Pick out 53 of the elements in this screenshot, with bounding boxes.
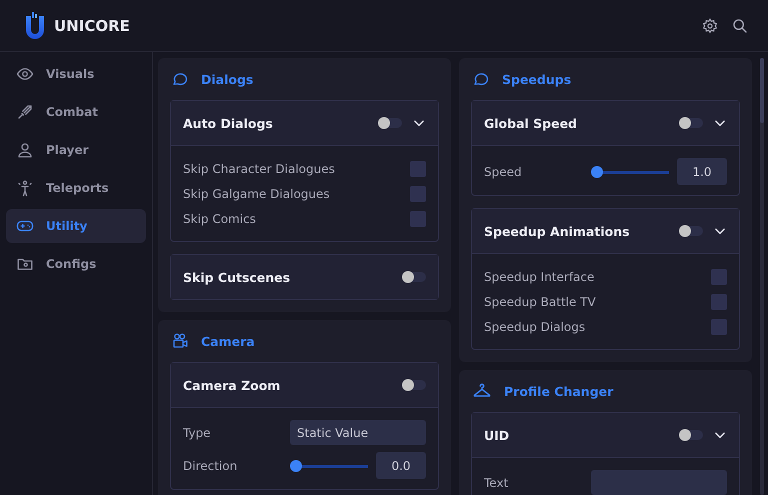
section-title: Profile Changer [504, 384, 614, 398]
feature-title: UID [484, 428, 510, 442]
option-label: Speedup Battle TV [484, 294, 597, 308]
checkbox[interactable] [410, 186, 426, 202]
section-title: Camera [201, 334, 255, 348]
feature-title: Global Speed [484, 116, 578, 130]
sidebar-item[interactable]: Teleports [6, 171, 146, 205]
value-field[interactable]: 0.0 [376, 452, 426, 479]
person-icon [16, 141, 34, 159]
option-label: Speedup Dialogs [484, 320, 586, 334]
sidebar-item[interactable]: Utility [6, 209, 146, 243]
value-field[interactable]: 1.0 [677, 158, 727, 185]
slider[interactable] [591, 166, 669, 178]
section-title: Speedups [502, 72, 572, 86]
feature-title: Skip Cutscenes [183, 270, 292, 284]
option-label: Skip Comics [183, 212, 257, 226]
feature-title: Speedup Animations [484, 224, 631, 238]
speech-bubble-icon [171, 70, 189, 88]
sidebar-item[interactable]: Configs [6, 247, 146, 281]
toggle-switch[interactable] [679, 225, 703, 237]
toggle-switch[interactable] [402, 379, 426, 391]
feature-title: Auto Dialogs [183, 116, 274, 130]
sidebar-item[interactable]: Combat [6, 95, 146, 129]
sidebar-item[interactable]: Visuals [6, 57, 146, 91]
app-title: UNICORE [54, 16, 130, 34]
checkbox[interactable] [711, 294, 727, 310]
option-label: Text [484, 476, 510, 490]
checkbox[interactable] [711, 268, 727, 284]
toggle-switch[interactable] [378, 117, 402, 129]
option-label: Skip Galgame Dialogues [183, 186, 331, 200]
option-label: Speedup Interface [484, 270, 596, 284]
logo-icon [24, 12, 46, 40]
checkbox[interactable] [711, 318, 727, 334]
option-label: Speed [484, 164, 523, 178]
eye-icon [16, 65, 34, 83]
type-dropdown[interactable]: Static Value [290, 420, 426, 445]
option-label: Skip Character Dialogues [183, 162, 336, 176]
toggle-switch[interactable] [679, 429, 703, 441]
camera-icon [171, 332, 189, 350]
figure-icon [16, 179, 34, 197]
sword-icon [16, 103, 34, 121]
option-label: Direction [183, 458, 238, 472]
text-field[interactable] [591, 470, 727, 495]
feature-title: Camera Zoom [183, 378, 282, 392]
slider[interactable] [290, 460, 368, 472]
toggle-switch[interactable] [402, 271, 426, 283]
sidebar-item[interactable]: Player [6, 133, 146, 167]
section-title: Dialogs [201, 72, 254, 86]
speech-bubble-icon [472, 70, 490, 88]
option-label: Type [183, 426, 212, 440]
toggle-switch[interactable] [679, 117, 703, 129]
checkbox[interactable] [410, 210, 426, 226]
checkbox[interactable] [410, 160, 426, 176]
